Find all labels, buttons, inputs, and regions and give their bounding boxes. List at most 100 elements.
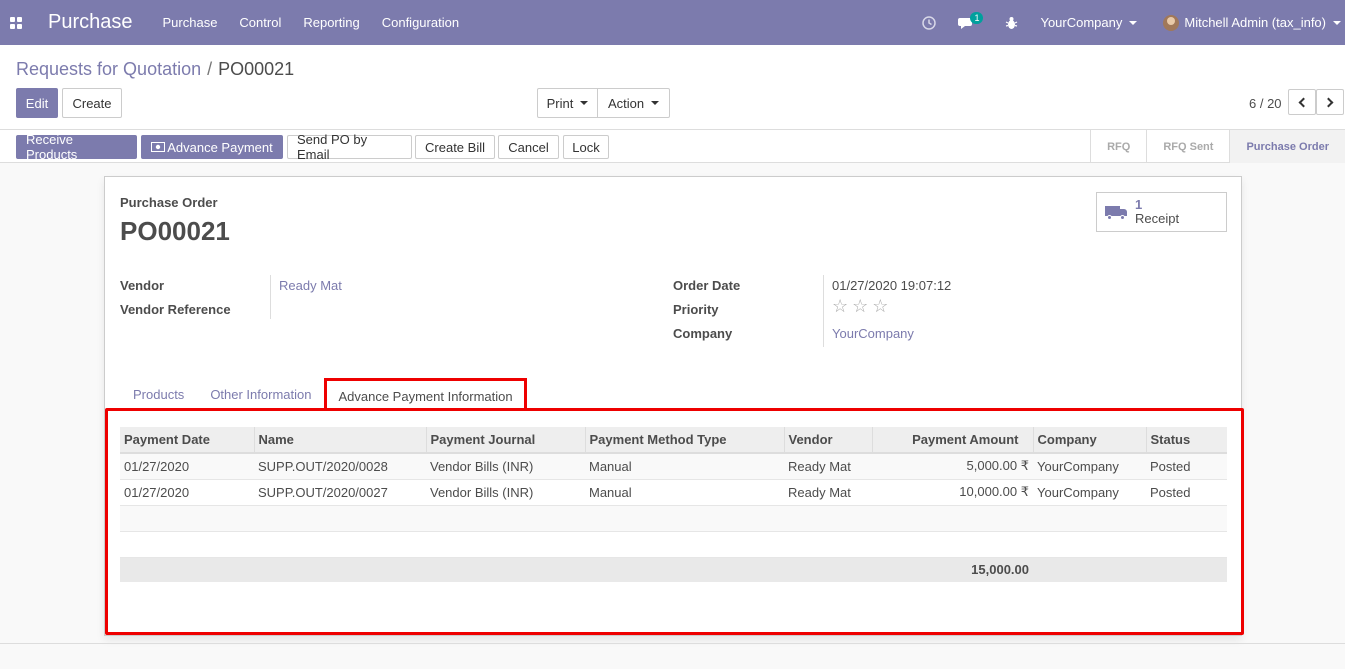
pager-value: 6 / 20 [1249,96,1282,111]
tab-products[interactable]: Products [120,378,197,411]
order-date-label: Order Date [673,278,741,293]
chevron-right-icon [1323,97,1334,107]
column-header[interactable]: Name [254,427,427,454]
receive-products-button[interactable]: Receive Products [16,132,137,162]
table-row[interactable]: 01/27/2020 SUPP.OUT/2020/0027 Vendor Bil… [120,479,1227,506]
cell-payment-date: 01/27/2020 [120,453,254,480]
top-navbar: Purchase Purchase Control Reporting Conf… [0,0,1345,45]
avatar [1163,14,1180,31]
cancel-button[interactable]: Cancel [498,135,559,159]
create-button[interactable]: Create [62,88,122,118]
page-title: PO00021 [120,216,230,246]
chevron-down-icon [580,101,589,105]
status-bar: Receive Products Advance Payment Send PO… [0,129,1345,163]
apps-menu-icon[interactable] [0,0,32,45]
control-panel: Requests for Quotation / PO00021 Edit Crea… [0,45,1345,163]
user-menu[interactable]: Mitchell Admin (tax_info) [1163,14,1341,31]
cell-journal: Vendor Bills (INR) [426,453,585,480]
cell-method-type: Manual [585,453,784,480]
create-bill-button[interactable]: Create Bill [415,135,495,159]
empty-row [120,505,1227,532]
cell-status: Posted [1146,453,1227,480]
menu-reporting[interactable]: Reporting [303,15,359,30]
priority-stars[interactable]: ☆ ☆ ☆ [832,297,892,315]
column-header[interactable]: Vendor [784,427,873,454]
menu-purchase[interactable]: Purchase [163,15,218,30]
menu-control[interactable]: Control [239,15,281,30]
breadcrumb-parent[interactable]: Requests for Quotation [16,59,201,79]
advance-payment-label: Advance Payment [167,139,273,155]
money-icon [151,142,166,152]
field-divider [270,275,271,319]
chevron-left-icon [1298,97,1309,107]
chevron-down-icon [1333,20,1341,25]
star-icon[interactable]: ☆ [832,297,848,315]
user-name: Mitchell Admin (tax_info) [1184,15,1326,30]
cell-company: YourCompany [1033,453,1146,480]
column-header[interactable]: Payment Journal [426,427,586,454]
print-dropdown[interactable]: Print [537,88,598,118]
vendor-value[interactable]: Ready Mat [279,278,342,293]
breadcrumb-current: PO00021 [218,59,295,79]
advance-payment-button[interactable]: Advance Payment [141,135,283,159]
send-po-email-button[interactable]: Send PO by Email [287,132,412,162]
stage-rfq[interactable]: RFQ [1090,130,1146,163]
table-footer-row: 15,000.00 [120,557,1227,582]
cell-amount: 5,000.00 ₹ [872,453,1033,480]
company-label: Company [673,326,733,341]
table-row[interactable]: 01/27/2020 SUPP.OUT/2020/0028 Vendor Bil… [120,453,1227,480]
advance-payment-table: Payment Date Name Payment Journal Paymen… [120,427,1227,582]
empty-row [120,531,1227,558]
chevron-down-icon [651,101,660,105]
cell-vendor: Ready Mat [784,453,872,480]
debug-bug-icon[interactable] [1005,16,1018,30]
tab-other-information[interactable]: Other Information [197,378,324,411]
chevron-down-icon [1129,20,1138,25]
receipt-smart-button[interactable]: 1 Receipt [1096,192,1227,232]
table-header-row: Payment Date Name Payment Journal Paymen… [120,427,1227,454]
receipt-count: 1 [1135,197,1143,212]
column-header[interactable]: Status [1146,427,1227,454]
vendor-reference-label: Vendor Reference [120,302,231,317]
column-header[interactable]: Payment Method Type [585,427,785,454]
cell-company: YourCompany [1033,479,1146,506]
pager-previous-button[interactable] [1288,89,1316,115]
breadcrumb: Requests for Quotation / PO00021 [16,59,294,80]
notebook-tabs: Products Other Information Advance Payme… [120,378,527,411]
document-type-label: Purchase Order [120,195,218,210]
star-icon[interactable]: ☆ [852,297,868,315]
company-name: YourCompany [1040,15,1123,30]
pager-next-button[interactable] [1316,89,1344,115]
messages-icon[interactable]: 1 [958,11,984,30]
stage-rfq-sent[interactable]: RFQ Sent [1146,130,1229,163]
action-dropdown[interactable]: Action [597,88,670,118]
app-brand[interactable]: Purchase [48,11,133,34]
tab-advance-payment-information[interactable]: Advance Payment Information [324,378,527,411]
stage-bar: RFQ RFQ Sent Purchase Order [1090,130,1345,163]
column-header[interactable]: Payment Date [120,427,255,454]
vendor-label: Vendor [120,278,165,293]
total-amount: 15,000.00 [872,557,1033,582]
cell-payment-date: 01/27/2020 [120,479,254,506]
field-divider [823,275,824,347]
column-header[interactable]: Company [1033,427,1147,454]
lock-button[interactable]: Lock [563,135,609,159]
action-label: Action [607,95,645,111]
page-divider [0,643,1345,644]
star-icon[interactable]: ☆ [872,297,888,315]
cell-name: SUPP.OUT/2020/0028 [254,453,426,480]
message-count-badge: 1 [970,11,984,24]
priority-label: Priority [673,302,719,317]
breadcrumb-separator: / [207,59,213,79]
order-date-value: 01/27/2020 19:07:12 [832,278,952,293]
activity-clock-icon[interactable] [922,15,937,30]
company-value[interactable]: YourCompany [832,326,914,341]
column-header[interactable]: Payment Amount [872,427,1034,454]
company-switcher[interactable]: YourCompany [1040,15,1138,30]
cell-vendor: Ready Mat [784,479,872,506]
menu-configuration[interactable]: Configuration [382,15,459,30]
edit-button[interactable]: Edit [16,88,58,118]
stage-purchase-order[interactable]: Purchase Order [1229,130,1345,163]
print-label: Print [546,95,574,111]
truck-icon [1105,204,1129,220]
